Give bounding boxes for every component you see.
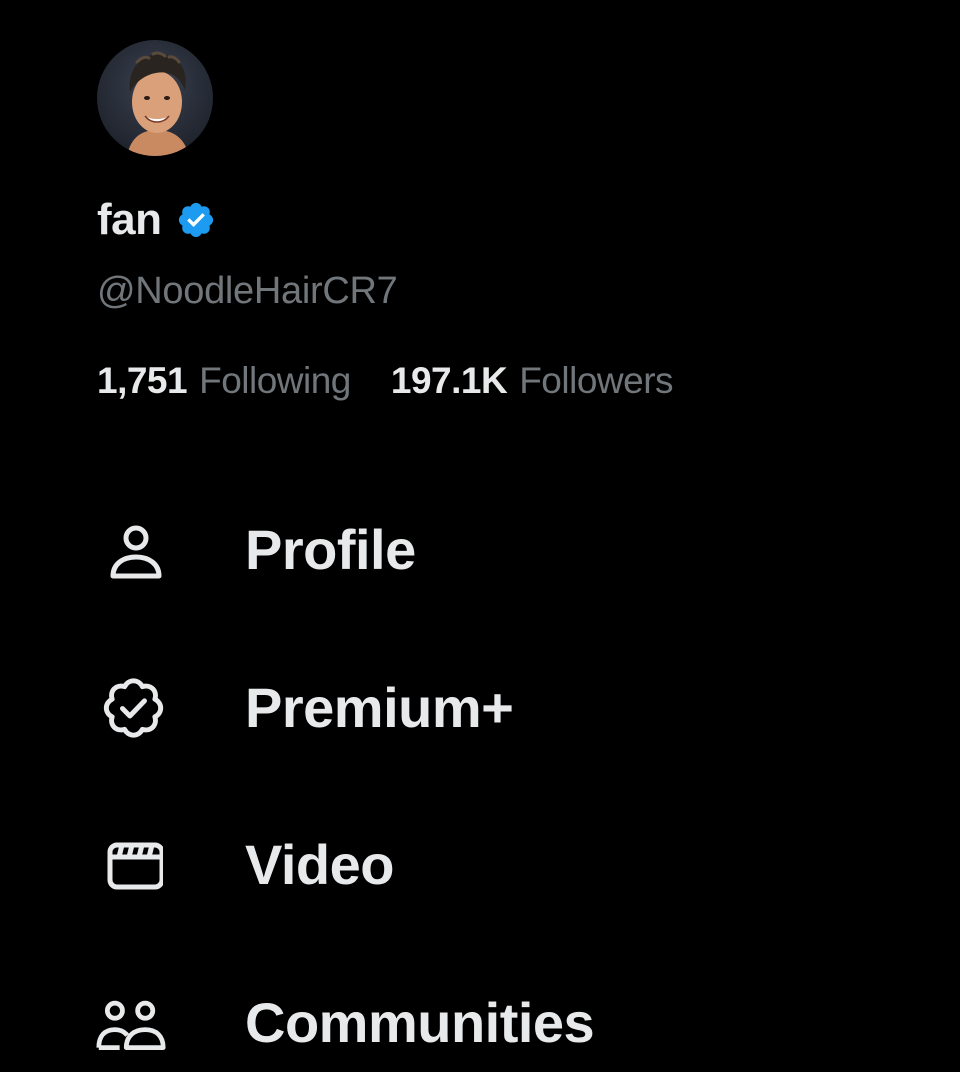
- display-name[interactable]: fan: [97, 198, 162, 242]
- followers-label: Followers: [519, 360, 674, 401]
- profile-name-row: fan: [97, 194, 216, 246]
- video-clapper-icon: [95, 829, 167, 901]
- following-stat[interactable]: 1,751 Following: [97, 362, 351, 399]
- communities-icon: [95, 987, 167, 1059]
- followers-count: 197.1K: [390, 360, 508, 401]
- menu-item-label: Video: [245, 833, 394, 896]
- menu-item-premium[interactable]: Premium+: [95, 668, 855, 748]
- following-count: 1,751: [97, 360, 188, 401]
- follow-stats: 1,751 Following 197.1K Followers: [97, 360, 674, 401]
- avatar-portrait: [97, 40, 213, 156]
- menu-item-label: Profile: [245, 518, 416, 581]
- person-icon: [95, 514, 167, 586]
- followers-stat[interactable]: 197.1K Followers: [390, 360, 674, 401]
- verified-badge-outline-icon: [95, 672, 167, 744]
- profile-handle: @NoodleHairCR7: [97, 270, 398, 312]
- verified-badge-icon[interactable]: [176, 200, 216, 240]
- menu-item-profile[interactable]: Profile: [95, 510, 855, 590]
- following-label: Following: [199, 360, 351, 401]
- menu-item-communities[interactable]: Communities: [95, 983, 855, 1063]
- avatar[interactable]: [97, 40, 213, 156]
- menu-item-video[interactable]: Video: [95, 825, 855, 905]
- menu-item-label: Communities: [245, 991, 595, 1054]
- menu-item-label: Premium+: [245, 676, 514, 739]
